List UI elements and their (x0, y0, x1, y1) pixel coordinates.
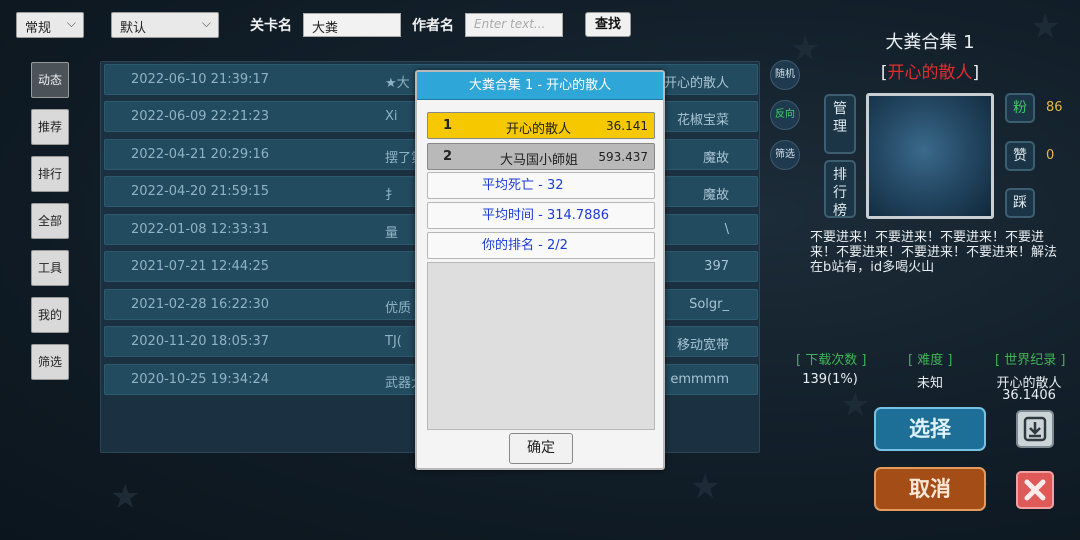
filter-circle-button[interactable]: 筛选 (770, 140, 800, 170)
reverse-button[interactable]: 反向 (770, 100, 800, 130)
ok-button[interactable]: 确定 (509, 433, 573, 464)
row-level-name: 扌 (385, 188, 399, 203)
leaderboard-dialog: 大粪合集 1 - 开心的散人 1 开心的散人 36.141 2 大马国小師姐 5… (415, 70, 665, 470)
world-record-time: 36.1406 (1002, 388, 1056, 403)
close-button[interactable] (1016, 471, 1054, 509)
close-icon (1024, 479, 1046, 501)
row-date: 2022-04-21 20:29:16 (131, 147, 270, 162)
row-level-name: Xi (385, 109, 398, 124)
select-button[interactable]: 选择 (874, 407, 986, 451)
download-icon (1023, 416, 1047, 442)
row-date: 2022-04-20 21:59:15 (131, 184, 270, 199)
chevron-down-icon: ⌵ (201, 16, 211, 30)
leaderboard-label: 排行榜 (833, 167, 847, 219)
your-rank: 你的排名 - 2/2 (427, 232, 655, 259)
downloads-value: 139(1%) (802, 372, 858, 387)
row-date: 2020-11-20 18:05:37 (131, 334, 270, 349)
row-author: 开心的散人 (663, 76, 729, 91)
chevron-down-icon: ⌵ (66, 16, 76, 30)
average-deaths: 平均死亡 - 32 (427, 172, 655, 199)
author-bracket-close: ] (972, 63, 980, 83)
level-name-label: 关卡名 (250, 18, 292, 34)
level-name-input[interactable]: 大粪 (303, 13, 401, 37)
difficulty-value: 未知 (916, 376, 943, 391)
row-author: 移动宽带 (676, 338, 729, 353)
player-score: 593.437 (598, 150, 648, 164)
row-date: 2020-10-25 19:34:24 (131, 372, 270, 387)
row-date: 2021-07-21 12:44:25 (131, 259, 270, 274)
downloads-label: [ 下载次数 ] (796, 353, 867, 368)
row-level-name: TJ( (385, 334, 402, 349)
row-date: 2022-06-09 22:21:23 (131, 109, 270, 124)
sort-dropdown[interactable]: 常规 ⌵ (16, 12, 84, 38)
star-decoration: ★ (690, 467, 721, 507)
dialog-title: 大粪合集 1 - 开心的散人 (417, 72, 663, 100)
fans-button[interactable]: 粉 (1005, 93, 1035, 123)
row-author: 397 (704, 259, 729, 274)
rank-number: 1 (443, 118, 453, 133)
author-input[interactable]: Enter text... (465, 13, 563, 37)
sidebar-item-mine[interactable]: 我的 (31, 297, 69, 333)
sidebar-item-recommended[interactable]: 推荐 (31, 109, 69, 145)
row-level-name: 优质 (385, 301, 412, 316)
difficulty-label: [ 难度 ] (908, 353, 953, 368)
star-decoration: ★ (840, 385, 871, 425)
search-button[interactable]: 查找 (585, 12, 631, 37)
level-title: 大粪合集 1 (885, 32, 975, 53)
ranking-row[interactable]: 1 开心的散人 36.141 (427, 112, 655, 139)
like-button[interactable]: 赞 (1005, 141, 1035, 171)
rank-number: 2 (443, 149, 453, 164)
star-decoration: ★ (110, 477, 141, 517)
dislike-button[interactable]: 踩 (1005, 188, 1035, 218)
row-author: 花椒宝菜 (676, 113, 729, 128)
cancel-button[interactable]: 取消 (874, 467, 986, 511)
ranking-row[interactable]: 2 大马国小師姐 593.437 (427, 143, 655, 170)
sidebar-item-activity[interactable]: 动态 (31, 62, 69, 98)
average-time: 平均时间 - 314.7886 (427, 202, 655, 229)
level-author: [开心的散人] (870, 58, 990, 83)
row-author: 魔故 (702, 188, 729, 203)
player-score: 36.141 (606, 119, 648, 133)
row-level-name: ★大 (385, 76, 410, 91)
sidebar-item-all[interactable]: 全部 (31, 203, 69, 239)
row-date: 2021-02-28 16:22:30 (131, 297, 270, 312)
player-name: 开心的散人 (506, 122, 572, 137)
sidebar-item-filter[interactable]: 筛选 (31, 344, 69, 380)
download-button[interactable] (1016, 410, 1054, 448)
level-description: 不要进来！不要进来！不要进来！不要进来！不要进来！不要进来！不要进来！解法在b站… (810, 230, 1058, 275)
row-author: emmmm (670, 372, 729, 387)
author-name[interactable]: 开心的散人 (888, 63, 973, 83)
row-author: \ (724, 222, 729, 237)
row-date: 2022-01-08 12:33:31 (131, 222, 270, 237)
world-record-label: [ 世界纪录 ] (995, 353, 1066, 368)
author-label: 作者名 (412, 18, 454, 34)
filter-dropdown[interactable]: 默认 ⌵ (111, 12, 219, 38)
sidebar-item-tools[interactable]: 工具 (31, 250, 69, 286)
fans-count: 86 (1046, 100, 1063, 115)
like-count: 0 (1046, 148, 1055, 163)
row-date: 2022-06-10 21:39:17 (131, 72, 270, 87)
star-decoration: ★ (1030, 7, 1061, 47)
level-thumbnail (866, 93, 994, 219)
star-decoration: ★ (790, 29, 821, 69)
row-author: Solgr_ (689, 297, 729, 312)
author-bracket-open: [ (880, 63, 888, 83)
row-author: 魔故 (702, 151, 729, 166)
player-name: 大马国小師姐 (500, 153, 579, 168)
row-level-name: 量 (385, 226, 399, 241)
sort-dropdown-value: 常规 (25, 21, 52, 36)
ranking-list-area (427, 262, 655, 430)
filter-dropdown-value: 默认 (120, 21, 147, 36)
random-button[interactable]: 随机 (770, 60, 800, 90)
manage-label: 管理 (833, 101, 847, 135)
leaderboard-button[interactable]: 排行榜 (824, 160, 856, 219)
manage-button[interactable]: 管理 (824, 94, 856, 154)
sidebar-item-ranking[interactable]: 排行 (31, 156, 69, 192)
